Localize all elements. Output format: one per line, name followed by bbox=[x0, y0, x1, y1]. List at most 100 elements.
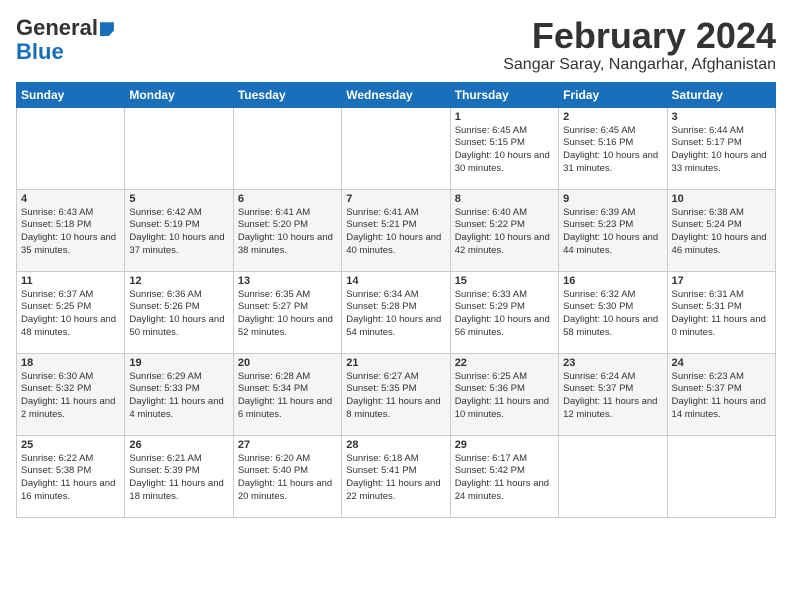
day-content: Sunrise: 6:36 AM Sunset: 5:26 PM Dayligh… bbox=[129, 289, 228, 340]
day-content: Sunrise: 6:18 AM Sunset: 5:41 PM Dayligh… bbox=[346, 453, 445, 504]
day-number: 9 bbox=[563, 193, 662, 205]
calendar-header-row: SundayMondayTuesdayWednesdayThursdayFrid… bbox=[17, 82, 776, 107]
calendar-cell: 1Sunrise: 6:45 AM Sunset: 5:15 PM Daylig… bbox=[450, 107, 558, 189]
day-content: Sunrise: 6:17 AM Sunset: 5:42 PM Dayligh… bbox=[455, 453, 554, 504]
day-number: 13 bbox=[238, 275, 337, 287]
day-number: 4 bbox=[21, 193, 120, 205]
day-number: 2 bbox=[563, 111, 662, 123]
location-subtitle: Sangar Saray, Nangarhar, Afghanistan bbox=[503, 56, 776, 74]
calendar-cell: 18 Sunrise: 6:30 AM Sunset: 5:32 PM Dayli… bbox=[17, 353, 125, 435]
calendar-cell: 10Sunrise: 6:38 AM Sunset: 5:24 PM Dayli… bbox=[667, 189, 775, 271]
calendar-cell bbox=[125, 107, 233, 189]
day-number: 5 bbox=[129, 193, 228, 205]
day-number: 6 bbox=[238, 193, 337, 205]
calendar-cell bbox=[233, 107, 341, 189]
calendar-cell: 16 Sunrise: 6:32 AM Sunset: 5:30 PM Dayli… bbox=[559, 271, 667, 353]
logo-icon bbox=[100, 22, 114, 36]
calendar-cell: 19 Sunrise: 6:29 AM Sunset: 5:33 PM Dayli… bbox=[125, 353, 233, 435]
day-content: Sunrise: 6:39 AM Sunset: 5:23 PM Dayligh… bbox=[563, 207, 662, 258]
calendar-cell bbox=[17, 107, 125, 189]
calendar-header-cell: Tuesday bbox=[233, 82, 341, 107]
calendar-cell bbox=[342, 107, 450, 189]
day-content: Sunrise: 6:21 AM Sunset: 5:39 PM Dayligh… bbox=[129, 453, 228, 504]
day-content: Sunrise: 6:41 AM Sunset: 5:21 PM Dayligh… bbox=[346, 207, 445, 258]
calendar-cell: 14 Sunrise: 6:34 AM Sunset: 5:28 PM Dayli… bbox=[342, 271, 450, 353]
calendar-cell: 8 Sunrise: 6:40 AM Sunset: 5:22 PM Daylig… bbox=[450, 189, 558, 271]
calendar-cell: 23Sunrise: 6:24 AM Sunset: 5:37 PM Dayli… bbox=[559, 353, 667, 435]
day-number: 23 bbox=[563, 357, 662, 369]
logo-blue: Blue bbox=[16, 40, 64, 64]
calendar-cell: 20 Sunrise: 6:28 AM Sunset: 5:34 PM Dayli… bbox=[233, 353, 341, 435]
calendar-cell: 5 Sunrise: 6:42 AM Sunset: 5:19 PM Daylig… bbox=[125, 189, 233, 271]
calendar-week-row: 18 Sunrise: 6:30 AM Sunset: 5:32 PM Dayli… bbox=[17, 353, 776, 435]
day-content: Sunrise: 6:25 AM Sunset: 5:36 PM Dayligh… bbox=[455, 371, 554, 422]
day-content: Sunrise: 6:22 AM Sunset: 5:38 PM Dayligh… bbox=[21, 453, 120, 504]
page-header: General Blue February 2024 Sangar Saray,… bbox=[16, 16, 776, 74]
calendar-cell: 6 Sunrise: 6:41 AM Sunset: 5:20 PM Daylig… bbox=[233, 189, 341, 271]
day-content: Sunrise: 6:37 AM Sunset: 5:25 PM Dayligh… bbox=[21, 289, 120, 340]
day-number: 27 bbox=[238, 439, 337, 451]
day-number: 29 bbox=[455, 439, 554, 451]
calendar-body: 1Sunrise: 6:45 AM Sunset: 5:15 PM Daylig… bbox=[17, 107, 776, 517]
calendar-cell: 4 Sunrise: 6:43 AM Sunset: 5:18 PM Daylig… bbox=[17, 189, 125, 271]
calendar-cell: 9 Sunrise: 6:39 AM Sunset: 5:23 PM Daylig… bbox=[559, 189, 667, 271]
calendar-week-row: 4 Sunrise: 6:43 AM Sunset: 5:18 PM Daylig… bbox=[17, 189, 776, 271]
calendar-header-cell: Monday bbox=[125, 82, 233, 107]
day-number: 10 bbox=[672, 193, 771, 205]
day-number: 24 bbox=[672, 357, 771, 369]
day-number: 21 bbox=[346, 357, 445, 369]
calendar-cell: 2 Sunrise: 6:45 AM Sunset: 5:16 PM Daylig… bbox=[559, 107, 667, 189]
day-number: 14 bbox=[346, 275, 445, 287]
calendar-header-cell: Saturday bbox=[667, 82, 775, 107]
day-content: Sunrise: 6:28 AM Sunset: 5:34 PM Dayligh… bbox=[238, 371, 337, 422]
day-number: 19 bbox=[129, 357, 228, 369]
day-number: 7 bbox=[346, 193, 445, 205]
day-content: Sunrise: 6:32 AM Sunset: 5:30 PM Dayligh… bbox=[563, 289, 662, 340]
day-content: Sunrise: 6:42 AM Sunset: 5:19 PM Dayligh… bbox=[129, 207, 228, 258]
day-content: Sunrise: 6:43 AM Sunset: 5:18 PM Dayligh… bbox=[21, 207, 120, 258]
day-content: Sunrise: 6:45 AM Sunset: 5:15 PM Dayligh… bbox=[455, 125, 554, 176]
day-content: Sunrise: 6:41 AM Sunset: 5:20 PM Dayligh… bbox=[238, 207, 337, 258]
logo-general: General bbox=[16, 15, 98, 40]
title-block: February 2024 Sangar Saray, Nangarhar, A… bbox=[503, 16, 776, 74]
day-number: 3 bbox=[672, 111, 771, 123]
calendar-header-cell: Friday bbox=[559, 82, 667, 107]
day-number: 16 bbox=[563, 275, 662, 287]
calendar-cell: 25 Sunrise: 6:22 AM Sunset: 5:38 PM Dayli… bbox=[17, 435, 125, 517]
day-number: 26 bbox=[129, 439, 228, 451]
day-content: Sunrise: 6:40 AM Sunset: 5:22 PM Dayligh… bbox=[455, 207, 554, 258]
calendar-week-row: 11 Sunrise: 6:37 AM Sunset: 5:25 PM Dayli… bbox=[17, 271, 776, 353]
logo: General Blue bbox=[16, 16, 114, 64]
day-number: 22 bbox=[455, 357, 554, 369]
day-number: 28 bbox=[346, 439, 445, 451]
day-number: 11 bbox=[21, 275, 120, 287]
day-content: Sunrise: 6:30 AM Sunset: 5:32 PM Dayligh… bbox=[21, 371, 120, 422]
calendar-header-cell: Sunday bbox=[17, 82, 125, 107]
calendar-cell: 11 Sunrise: 6:37 AM Sunset: 5:25 PM Dayli… bbox=[17, 271, 125, 353]
calendar-cell: 28 Sunrise: 6:18 AM Sunset: 5:41 PM Dayli… bbox=[342, 435, 450, 517]
day-number: 18 bbox=[21, 357, 120, 369]
calendar-cell: 3Sunrise: 6:44 AM Sunset: 5:17 PM Daylig… bbox=[667, 107, 775, 189]
calendar-table: SundayMondayTuesdayWednesdayThursdayFrid… bbox=[16, 82, 776, 518]
calendar-cell: 26 Sunrise: 6:21 AM Sunset: 5:39 PM Dayli… bbox=[125, 435, 233, 517]
calendar-cell: 29 Sunrise: 6:17 AM Sunset: 5:42 PM Dayli… bbox=[450, 435, 558, 517]
day-content: Sunrise: 6:29 AM Sunset: 5:33 PM Dayligh… bbox=[129, 371, 228, 422]
calendar-week-row: 25 Sunrise: 6:22 AM Sunset: 5:38 PM Dayli… bbox=[17, 435, 776, 517]
day-number: 8 bbox=[455, 193, 554, 205]
calendar-cell bbox=[667, 435, 775, 517]
calendar-cell: 21 Sunrise: 6:27 AM Sunset: 5:35 PM Dayli… bbox=[342, 353, 450, 435]
day-content: Sunrise: 6:23 AM Sunset: 5:37 PM Dayligh… bbox=[672, 371, 771, 422]
calendar-cell: 7 Sunrise: 6:41 AM Sunset: 5:21 PM Daylig… bbox=[342, 189, 450, 271]
day-content: Sunrise: 6:31 AM Sunset: 5:31 PM Dayligh… bbox=[672, 289, 771, 340]
day-number: 15 bbox=[455, 275, 554, 287]
day-content: Sunrise: 6:20 AM Sunset: 5:40 PM Dayligh… bbox=[238, 453, 337, 504]
day-number: 25 bbox=[21, 439, 120, 451]
day-content: Sunrise: 6:34 AM Sunset: 5:28 PM Dayligh… bbox=[346, 289, 445, 340]
day-content: Sunrise: 6:35 AM Sunset: 5:27 PM Dayligh… bbox=[238, 289, 337, 340]
day-content: Sunrise: 6:33 AM Sunset: 5:29 PM Dayligh… bbox=[455, 289, 554, 340]
day-content: Sunrise: 6:27 AM Sunset: 5:35 PM Dayligh… bbox=[346, 371, 445, 422]
day-content: Sunrise: 6:45 AM Sunset: 5:16 PM Dayligh… bbox=[563, 125, 662, 176]
calendar-cell: 17Sunrise: 6:31 AM Sunset: 5:31 PM Dayli… bbox=[667, 271, 775, 353]
day-number: 20 bbox=[238, 357, 337, 369]
calendar-cell: 27 Sunrise: 6:20 AM Sunset: 5:40 PM Dayli… bbox=[233, 435, 341, 517]
